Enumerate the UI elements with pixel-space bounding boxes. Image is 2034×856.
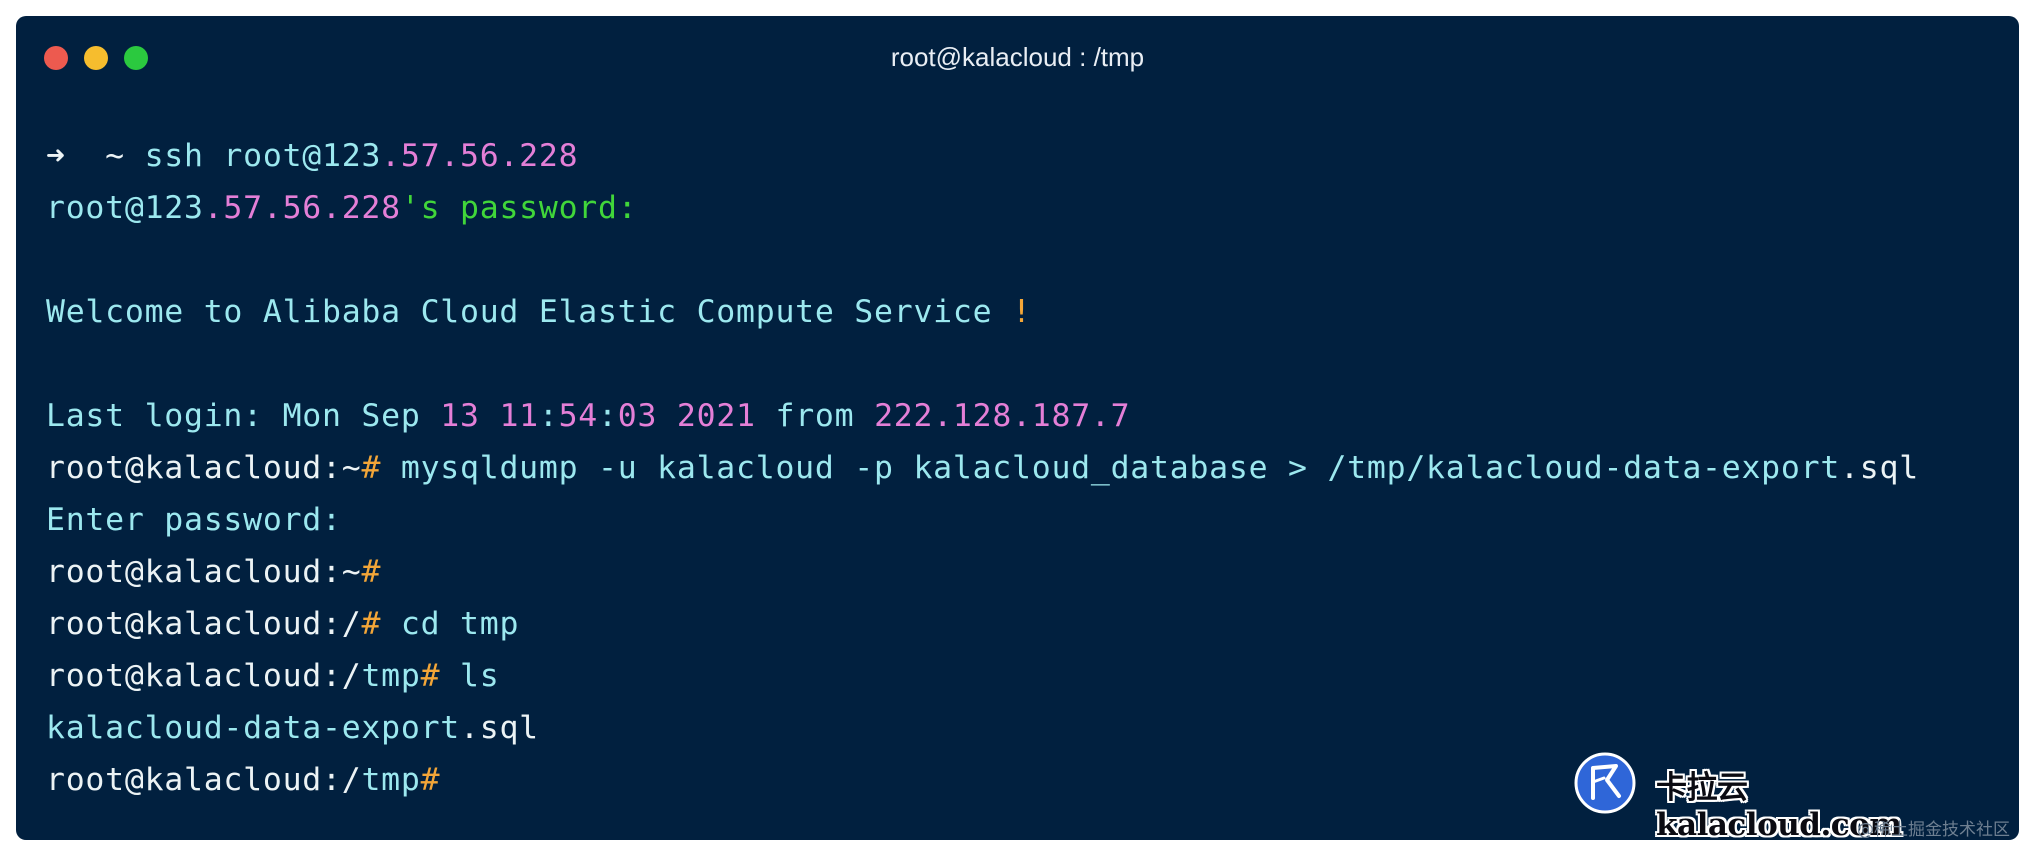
terminal-text-run: # xyxy=(420,658,441,694)
terminal-line: root@kalacloud:~# xyxy=(46,546,1999,598)
terminal-line: ➜ ~ ssh root@123.57.56.228 xyxy=(46,130,1999,182)
terminal-text-run: root@kalacloud:~ xyxy=(46,554,362,590)
terminal-text-run: # xyxy=(420,762,441,798)
terminal-text-run: ! xyxy=(1012,294,1032,330)
terminal-text-run: Welcome to Alibaba Cloud Elastic Compute… xyxy=(46,294,1013,330)
terminal-line: root@123.57.56.228's password: xyxy=(46,182,1999,234)
watermark: 卡拉云 kalacloud.com xyxy=(1574,748,1994,843)
terminal-line: Last login: Mon Sep 13 11:54:03 2021 fro… xyxy=(46,390,1999,442)
terminal-text-run: # xyxy=(361,554,382,590)
terminal-output[interactable]: ➜ ~ ssh root@123.57.56.228 root@123.57.56… xyxy=(46,130,1999,806)
terminal-text-run: .sql xyxy=(1840,450,1919,486)
terminal-text-run: 's password: xyxy=(400,190,638,226)
terminal-text-run: 222.128.187.7 xyxy=(874,398,1131,434)
terminal-line: root@kalacloud:/# cd tmp xyxy=(46,598,1999,650)
terminal-text-run: mysqldump -u kalacloud -p kalacloud_data… xyxy=(381,450,1841,486)
terminal-text-run: .57.56.228 xyxy=(381,138,579,174)
terminal-text-run: ls xyxy=(440,658,500,694)
terminal-text-run: 03 2021 xyxy=(617,398,756,434)
terminal-line: kalacloud-data-export.sql xyxy=(46,702,1999,754)
terminal-text-run: Enter password: xyxy=(46,502,342,538)
terminal-text-run: 54 xyxy=(558,398,599,434)
terminal-text-run: : xyxy=(598,398,618,434)
terminal-line: Enter password: xyxy=(46,494,1999,546)
terminal-text-run: .sql xyxy=(460,710,539,746)
terminal-text-run: tmp xyxy=(361,762,421,798)
terminal-text-run: # xyxy=(361,606,382,642)
title-bar[interactable]: root@kalacloud : /tmp xyxy=(16,16,2019,96)
terminal-line: root@kalacloud:~# mysqldump -u kalacloud… xyxy=(46,442,1999,494)
terminal-text-run: # xyxy=(361,450,382,486)
terminal-text-run: ssh root@123 xyxy=(144,138,382,174)
kalacloud-logo-icon xyxy=(1574,752,1636,814)
terminal-text-run: from xyxy=(755,398,875,434)
terminal-text-run: root@123 xyxy=(46,190,204,226)
terminal-text-run: cd tmp xyxy=(381,606,520,642)
terminal-text-run: Last login: Mon Sep xyxy=(46,398,441,434)
terminal-text-run: 13 11 xyxy=(440,398,539,434)
terminal-text-run: root@kalacloud:/ xyxy=(46,658,362,694)
terminal-line: Welcome to Alibaba Cloud Elastic Compute… xyxy=(46,286,1999,338)
terminal-text-run: .57.56.228 xyxy=(203,190,401,226)
terminal-text-run: tmp xyxy=(361,658,421,694)
terminal-text-run: root@kalacloud:~ xyxy=(46,450,362,486)
terminal-text-run: root@kalacloud:/ xyxy=(46,762,362,798)
terminal-text-run: kalacloud-data-export xyxy=(46,710,461,746)
watermark-credit: @稀土掘金技术社区 xyxy=(1857,820,2010,840)
window-title: root@kalacloud : /tmp xyxy=(890,42,1145,72)
terminal-window: root@kalacloud : /tmp ➜ ~ ssh root@123.5… xyxy=(16,16,2019,840)
terminal-line: root@kalacloud:/tmp# ls xyxy=(46,650,1999,702)
terminal-text-run: root@kalacloud:/ xyxy=(46,606,362,642)
terminal-text-run: : xyxy=(538,398,559,434)
terminal-text-run: ➜ ~ xyxy=(46,138,145,174)
